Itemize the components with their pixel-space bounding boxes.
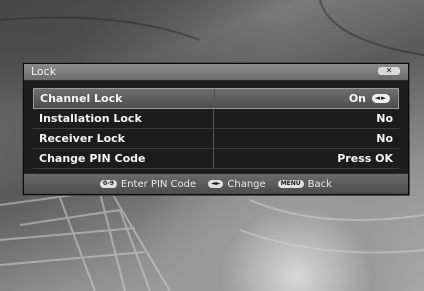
left-right-keys-icon: ◄►	[208, 180, 224, 188]
channel-lock-value: On	[348, 92, 366, 105]
channel-lock-label: Channel Lock	[40, 92, 123, 105]
close-icon: ✕	[385, 66, 393, 75]
change-pin-value: Press OK	[337, 152, 393, 165]
dialog-title: Lock	[31, 65, 57, 78]
installation-lock-value: No	[376, 112, 393, 125]
hint-change-text: Change	[227, 178, 266, 190]
row-divider	[213, 129, 214, 148]
hint-back-text: Back	[307, 178, 332, 190]
row-divider	[213, 109, 214, 128]
lock-dialog: Lock ✕ Channel Lock On ◄► Installation L…	[23, 63, 409, 195]
hint-change: ◄► Change	[208, 179, 266, 190]
channel-lock-row[interactable]: Channel Lock On ◄►	[33, 88, 399, 109]
row-divider	[214, 89, 215, 108]
installation-lock-label: Installation Lock	[39, 112, 142, 125]
hint-enter-pin: 0-9 Enter PIN Code	[100, 179, 196, 190]
channel-lock-value-group[interactable]: On ◄►	[349, 92, 390, 105]
numeric-keys-icon: 0-9	[100, 180, 117, 188]
change-pin-label: Change PIN Code	[39, 152, 146, 165]
change-pin-row[interactable]: Change PIN Code Press OK	[33, 149, 399, 169]
hint-back: MENU Back	[277, 178, 332, 190]
close-button[interactable]: ✕	[378, 67, 400, 75]
receiver-lock-row[interactable]: Receiver Lock No	[33, 129, 399, 149]
row-divider	[213, 149, 214, 168]
receiver-lock-value: No	[376, 132, 393, 145]
left-right-arrows-icon: ◄►	[372, 94, 390, 103]
receiver-lock-label: Receiver Lock	[39, 132, 125, 145]
menu-key-icon: MENU	[277, 180, 304, 188]
lock-settings-list: Channel Lock On ◄► Installation Lock No …	[33, 88, 399, 169]
dialog-footer: 0-9 Enter PIN Code ◄► Change MENU Back	[24, 173, 408, 194]
installation-lock-row[interactable]: Installation Lock No	[33, 109, 399, 129]
dialog-titlebar: Lock ✕	[24, 64, 408, 81]
hint-enter-pin-text: Enter PIN Code	[120, 178, 197, 190]
